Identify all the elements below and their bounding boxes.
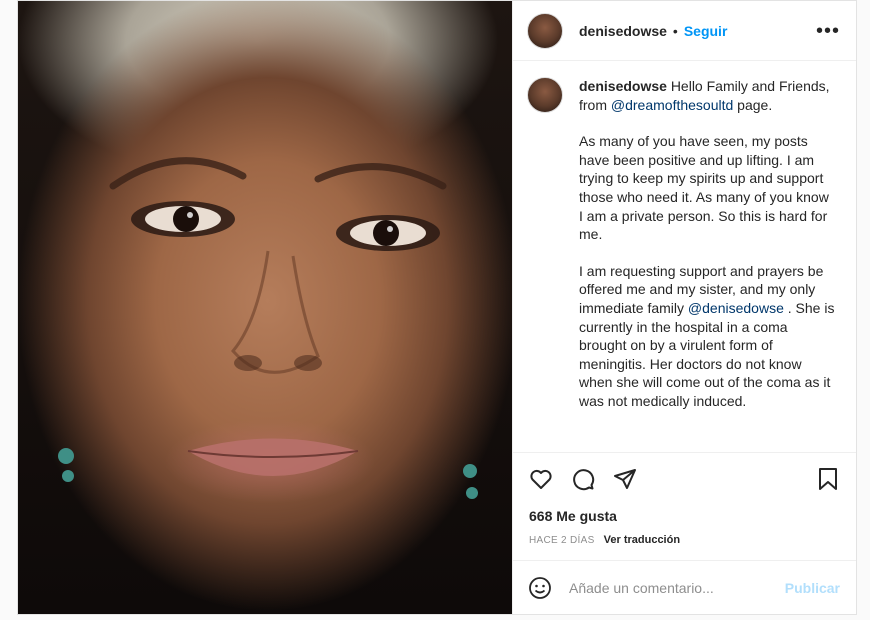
caption-avatar[interactable] [527, 77, 563, 113]
comment-input[interactable] [567, 578, 785, 597]
bookmark-icon[interactable] [814, 465, 842, 493]
heart-icon[interactable] [527, 465, 555, 493]
caption-p1-end: page. [733, 96, 773, 113]
caption-paragraph-2: As many of you have seen, my posts have … [579, 133, 829, 243]
post-photo[interactable] [18, 1, 512, 614]
publish-button[interactable]: Publicar [785, 580, 840, 596]
comment-form: Publicar [513, 560, 856, 614]
mention-link[interactable]: @dreamofthesoultd [611, 97, 733, 113]
avatar[interactable] [527, 12, 563, 49]
post-header: denisedowse • Seguir ••• [513, 1, 856, 61]
translate-link[interactable]: Ver traducción [604, 534, 680, 546]
mention-link-2[interactable]: @denisedowse [688, 300, 784, 316]
portrait-features [58, 157, 478, 499]
likes-count[interactable]: 668 Me gusta [513, 504, 856, 530]
post-meta: HACE 2 DÍAS Ver traducción [513, 530, 856, 560]
caption-paragraph-1: denisedowse Hello Family and Friends, fr… [579, 77, 835, 114]
instagram-post: denisedowse • Seguir ••• denisedowse Hel… [17, 0, 857, 615]
separator-dot: • [672, 22, 678, 39]
caption-paragraph-3: I am requesting support and prayers be o… [579, 262, 835, 411]
smiley-icon[interactable] [527, 575, 553, 601]
share-icon[interactable] [611, 465, 639, 493]
more-options-icon[interactable]: ••• [816, 21, 840, 41]
caption-area: denisedowse Hello Family and Friends, fr… [513, 61, 856, 452]
header-username[interactable]: denisedowse [579, 23, 667, 39]
post-time[interactable]: HACE 2 DÍAS [529, 535, 595, 546]
post-sidebar: denisedowse • Seguir ••• denisedowse Hel… [512, 1, 856, 614]
comment-icon[interactable] [569, 465, 597, 493]
follow-button[interactable]: Seguir [684, 23, 728, 39]
action-bar [513, 452, 856, 504]
caption-username[interactable]: denisedowse [579, 78, 667, 94]
caption-text: denisedowse Hello Family and Friends, fr… [579, 77, 835, 452]
caption-p3-end: . She is currently in the hospital in a … [579, 299, 835, 409]
